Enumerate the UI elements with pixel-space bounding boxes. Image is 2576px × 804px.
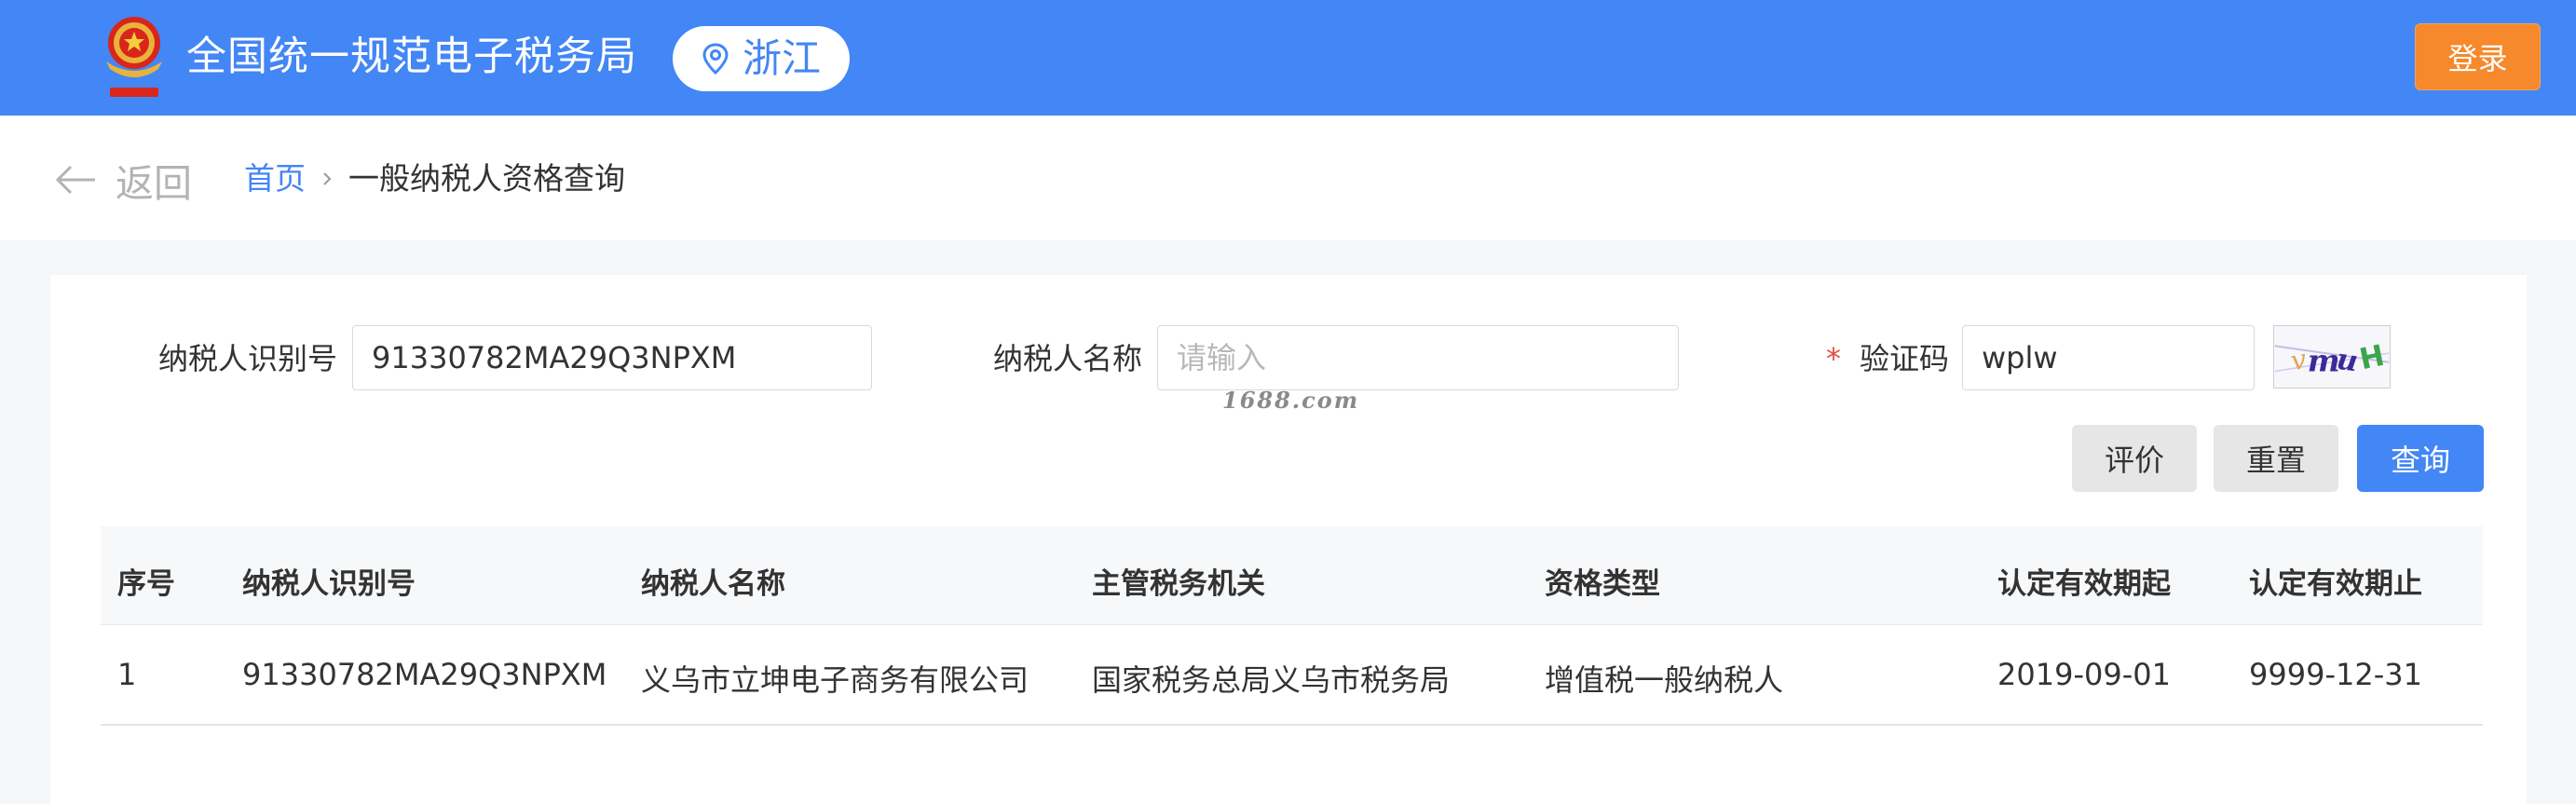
table-row: 1 91330782MA29Q3NPXM 义乌市立坤电子商务有限公司 国家税务总… xyxy=(101,625,2483,726)
column-header-taxpayer-id: 纳税人识别号 xyxy=(242,567,416,601)
breadcrumb: 首页 一般纳税人资格查询 xyxy=(244,158,625,199)
column-header-taxpayer-name: 纳税人名称 xyxy=(641,567,785,601)
cell-tax-authority: 国家税务总局义乌市税务局 xyxy=(1092,662,1451,698)
query-panel: 纳税人识别号 纳税人名称 1688.com * 验证码 v m u H 评价 重置… xyxy=(50,275,2527,804)
site-title: 全国统一规范电子税务局 xyxy=(186,34,637,80)
watermark-text: 1688.com xyxy=(1222,387,1360,414)
taxpayer-name-input[interactable] xyxy=(1157,325,1679,390)
column-header-tax-authority: 主管税务机关 xyxy=(1092,567,1265,601)
top-header: 全国统一规范电子税务局 浙江 登录 xyxy=(0,0,2576,116)
breadcrumb-home-link[interactable]: 首页 xyxy=(244,158,306,199)
taxpayer-id-label: 纳税人识别号 xyxy=(158,341,338,376)
captcha-input[interactable] xyxy=(1962,325,2255,390)
column-header-index: 序号 xyxy=(117,567,175,601)
cell-qualification-type: 增值税一般纳税人 xyxy=(1545,662,1784,698)
evaluate-button[interactable]: 评价 xyxy=(2072,425,2197,492)
cell-valid-to: 9999-12-31 xyxy=(2249,657,2422,692)
column-header-valid-from: 认定有效期起 xyxy=(1997,567,2171,601)
captcha-image[interactable]: v m u H xyxy=(2273,325,2391,388)
captcha-label-group: * 验证码 xyxy=(1826,338,1949,379)
region-selector[interactable]: 浙江 xyxy=(673,26,850,91)
arrow-left-icon xyxy=(55,165,95,195)
column-header-qualification-type: 资格类型 xyxy=(1545,567,1660,601)
taxpayer-name-label: 纳税人名称 xyxy=(993,341,1143,376)
table-header: 序号 纳税人识别号 纳税人名称 主管税务机关 资格类型 认定有效期起 认定有效期… xyxy=(101,526,2483,625)
cell-taxpayer-id: 91330782MA29Q3NPXM xyxy=(242,657,607,692)
column-header-valid-to: 认定有效期止 xyxy=(2249,567,2422,601)
results-table: 序号 纳税人识别号 纳税人名称 主管税务机关 资格类型 认定有效期起 认定有效期… xyxy=(101,526,2483,726)
svg-text:u: u xyxy=(2335,343,2360,379)
region-label: 浙江 xyxy=(742,35,821,81)
back-button[interactable]: 返回 xyxy=(54,157,192,206)
cell-valid-from: 2019-09-01 xyxy=(1997,657,2171,692)
chevron-right-icon xyxy=(323,172,332,185)
cell-index: 1 xyxy=(117,657,137,692)
query-button[interactable]: 查询 xyxy=(2357,425,2484,492)
cell-taxpayer-name: 义乌市立坤电子商务有限公司 xyxy=(641,662,1029,698)
captcha-label: 验证码 xyxy=(1860,341,1950,376)
back-label: 返回 xyxy=(116,161,192,206)
taxpayer-id-input[interactable] xyxy=(352,325,872,390)
login-button[interactable]: 登录 xyxy=(2415,23,2541,90)
svg-text:v: v xyxy=(2288,343,2310,376)
tax-emblem-logo xyxy=(106,17,162,97)
breadcrumb-current: 一般纳税人资格查询 xyxy=(348,160,625,197)
breadcrumb-bar: 返回 首页 一般纳税人资格查询 xyxy=(0,116,2576,240)
svg-text:H: H xyxy=(2356,339,2387,377)
required-marker: * xyxy=(1826,341,1841,376)
location-pin-icon xyxy=(702,43,729,75)
reset-button[interactable]: 重置 xyxy=(2214,425,2338,492)
